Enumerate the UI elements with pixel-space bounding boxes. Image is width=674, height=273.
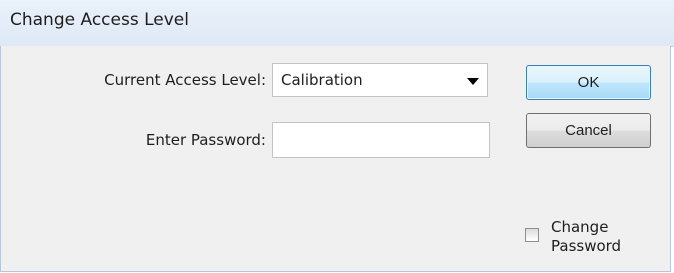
title-bar[interactable]: Change Access Level (0, 0, 674, 47)
change-password-label-line2: Password (551, 237, 622, 255)
change-password-label-line1: Change (551, 218, 609, 236)
dropdown-arrow-icon[interactable] (467, 78, 479, 85)
window-title: Change Access Level (10, 10, 189, 30)
ok-button[interactable]: OK (526, 65, 651, 100)
cancel-button[interactable]: Cancel (526, 113, 651, 148)
change-access-level-dialog: Change Access Level Current Access Level… (0, 0, 674, 273)
change-password-label[interactable]: Change Password (551, 218, 641, 256)
access-level-value: Calibration (281, 71, 363, 89)
access-level-select[interactable]: Calibration (272, 63, 488, 97)
password-input[interactable] (272, 122, 490, 158)
access-level-label: Current Access Level: (104, 71, 266, 89)
password-label: Enter Password: (145, 131, 266, 149)
change-password-checkbox[interactable] (525, 228, 539, 242)
